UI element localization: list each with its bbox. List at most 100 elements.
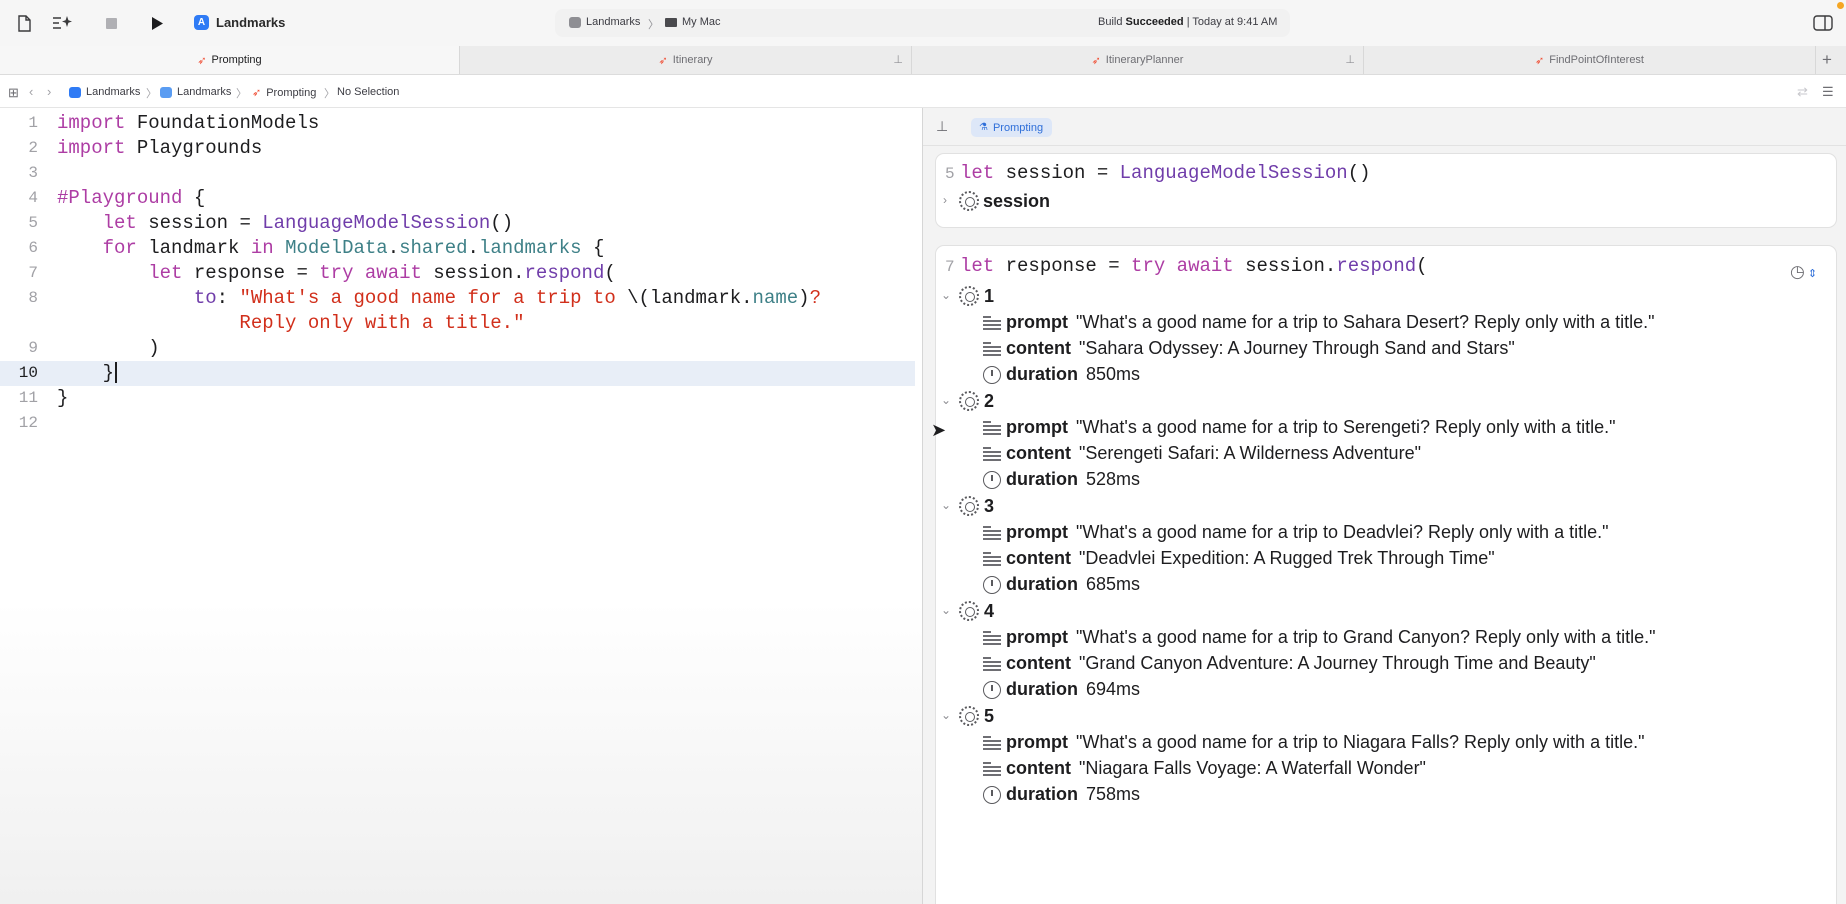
line-number: 3 [28, 164, 38, 182]
add-tab-button[interactable]: + [1822, 50, 1832, 70]
line-number: 5 [28, 214, 38, 232]
build-time: | Today at 9:41 AM [1186, 16, 1278, 28]
chevron-down-icon[interactable]: ⌄ [941, 603, 951, 617]
pin-icon[interactable]: ⊥ [893, 53, 903, 66]
chevron-right-icon: 〉 [236, 88, 247, 100]
build-status-value: Succeeded [1125, 16, 1184, 28]
mouse-pointer-icon: ➤ [931, 420, 947, 440]
session-label: session [983, 191, 1051, 211]
duration-row: duration 694ms [1006, 679, 1140, 700]
lines-icon [983, 342, 1001, 356]
window-toolbar: A Landmarks Landmarks 〉 My Mac Build Suc… [0, 0, 1846, 46]
lines-icon [983, 762, 1001, 776]
chevron-right-icon: 〉 [648, 19, 659, 31]
line-number: 7 [945, 258, 955, 276]
result-index: 1 [984, 286, 1002, 307]
tab-itinerary[interactable]: ➶ Itinerary ⊥ [460, 46, 912, 74]
pin-icon[interactable]: ⊥ [936, 118, 948, 135]
swift-file-icon: ➶ [1091, 54, 1101, 67]
tab-itinerary-planner[interactable]: ➶ ItineraryPlanner ⊥ [912, 46, 1364, 74]
lines-icon [983, 526, 1001, 540]
inspector-toggle-icon[interactable] [1812, 12, 1834, 34]
chevron-down-icon[interactable]: ⌄ [941, 708, 951, 722]
code-line: 12 [0, 411, 922, 436]
prompt-row: prompt "What's a good name for a trip to … [1006, 312, 1655, 333]
duration-label: duration [1006, 469, 1078, 489]
destination-device[interactable]: My Mac [682, 16, 721, 28]
content-value: "Serengeti Safari: A Wilderness Adventur… [1079, 443, 1421, 463]
tab-prompting[interactable]: ➶ Prompting [0, 46, 460, 74]
code-text: let session = LanguageModelSession() [102, 212, 514, 234]
breadcrumb-selection[interactable]: No Selection [337, 86, 399, 98]
new-file-icon[interactable] [13, 12, 35, 34]
refresh-icon[interactable]: ⇄ [1797, 84, 1808, 100]
chevron-down-icon[interactable]: ⌄ [941, 393, 951, 407]
gear-icon [959, 391, 979, 411]
lines-icon [983, 421, 1001, 435]
tab-find-point-of-interest[interactable]: ➶ FindPointOfInterest [1364, 46, 1816, 74]
code-text: let response = try await session.respond… [960, 255, 1428, 277]
breadcrumb-label: Landmarks [177, 86, 232, 98]
prompt-label: prompt [1006, 627, 1068, 647]
code-line: 1 import FoundationModels [0, 111, 922, 136]
swift-file-icon: ➶ [197, 54, 207, 67]
chevron-down-icon[interactable]: ⌄ [941, 288, 951, 302]
line-number: 6 [28, 239, 38, 257]
magic-wand-icon[interactable] [51, 12, 73, 34]
code-line: 4 #Playground { [0, 186, 922, 211]
result-index-label: 1 [984, 286, 995, 306]
duration-row: duration 758ms [1006, 784, 1140, 805]
breadcrumb-project[interactable]: Landmarks [69, 86, 140, 98]
project-icon [569, 17, 581, 28]
stop-icon[interactable] [100, 12, 122, 34]
content-label: content [1006, 443, 1071, 463]
line-number: 5 [945, 165, 955, 183]
back-icon[interactable]: ‹ [29, 84, 33, 99]
forward-icon[interactable]: › [47, 84, 51, 99]
breadcrumb-folder[interactable]: Landmarks [160, 86, 231, 98]
code-text: let response = try await session.respond… [148, 262, 616, 284]
content-label: content [1006, 338, 1071, 358]
timer-icon [983, 576, 1001, 594]
grid-icon[interactable]: ⊞ [8, 85, 19, 101]
code-text: Reply only with a title." [57, 312, 525, 334]
prompting-chip[interactable]: ⚗ Prompting [971, 118, 1053, 137]
laptop-icon [665, 18, 677, 27]
code-text: to: "What's a good name for a trip to \(… [193, 287, 821, 309]
text-cursor [115, 362, 118, 384]
result-index: 3 [984, 496, 1002, 517]
timer-icon [983, 786, 1001, 804]
source-editor[interactable]: 1 import FoundationModels 2 import Playgro… [0, 108, 922, 904]
line-number: 7 [28, 264, 38, 282]
code-line: 5 let session = LanguageModelSession() [0, 211, 922, 236]
prompt-row: prompt "What's a good name for a trip to … [1006, 732, 1644, 753]
tab-label: ItineraryPlanner [1105, 54, 1184, 66]
editor-options-icon[interactable]: ☰ [1822, 84, 1834, 100]
response-result-card: 7 let response = try await session.respo… [935, 245, 1837, 904]
gear-icon [959, 286, 979, 306]
canvas-header: ⊥ ⚗ Prompting [923, 108, 1846, 146]
run-icon[interactable] [146, 12, 168, 34]
prompt-value: "What's a good name for a trip to Grand … [1076, 627, 1656, 647]
notification-dot [1837, 2, 1844, 9]
lines-icon [983, 736, 1001, 750]
chevron-down-icon[interactable]: ⌄ [941, 498, 951, 512]
timer-icon [983, 471, 1001, 489]
code-text: ) [57, 337, 160, 359]
prompt-label: prompt [1006, 417, 1068, 437]
breadcrumb: ⊞ ‹ › Landmarks 〉 Landmarks 〉 ➶ Prompting… [0, 76, 1846, 108]
prompt-value: "What's a good name for a trip to Niagar… [1076, 732, 1645, 752]
prompt-label: prompt [1006, 522, 1068, 542]
pin-icon[interactable]: ⊥ [1345, 53, 1355, 66]
breadcrumb-file[interactable]: ➶ Prompting [252, 86, 316, 100]
prompt-label: prompt [1006, 732, 1068, 752]
lines-icon [983, 447, 1001, 461]
history-icon[interactable]: ◷ ⇕ [1790, 262, 1817, 282]
destination-project[interactable]: Landmarks [586, 16, 640, 28]
swift-file-icon: ➶ [252, 87, 262, 99]
duration-label: duration [1006, 679, 1078, 699]
chevron-right-icon[interactable]: › [943, 193, 947, 207]
line-number: 1 [28, 114, 38, 132]
duration-label: duration [1006, 364, 1078, 384]
scheme-name[interactable]: Landmarks [216, 15, 285, 30]
